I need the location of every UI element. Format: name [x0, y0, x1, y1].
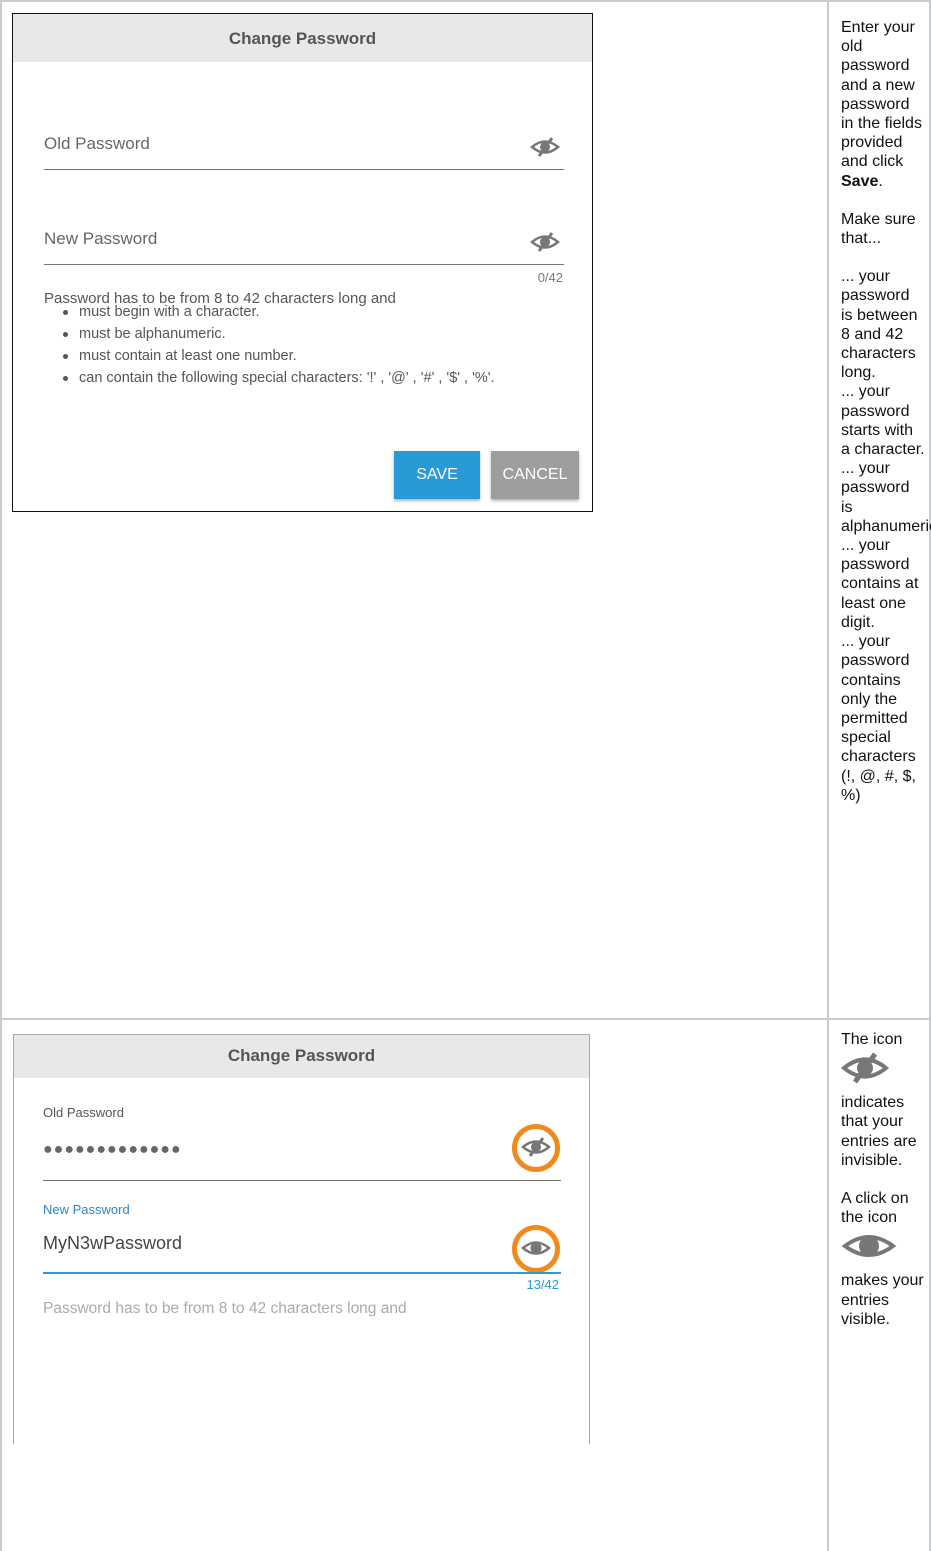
save-emphasis: Save: [841, 172, 879, 190]
change-password-dialog-filled: Change Password Old Password ●●●●●●●●●●●…: [13, 1034, 590, 1444]
new-password-label: New Password: [44, 229, 158, 248]
table-row-divider: [0, 1018, 931, 1020]
password-rule: must be alphanumeric.: [59, 323, 589, 345]
new-password-input[interactable]: MyN3wPassword: [43, 1233, 182, 1254]
new-password-label: New Password: [43, 1202, 130, 1217]
requirement-item: ... your password contains at least one …: [841, 537, 919, 631]
icon-line-1: The icon: [841, 1031, 903, 1048]
dialog-title: Change Password: [13, 14, 592, 62]
requirement-item: ... your password is between 8 and 42 ch…: [841, 268, 918, 382]
old-password-label: Old Password: [44, 134, 150, 153]
eye-icon: [841, 1227, 925, 1269]
old-password-underline: [44, 169, 564, 170]
new-password-underline: [44, 264, 564, 265]
cancel-button[interactable]: CANCEL: [491, 451, 579, 499]
save-button[interactable]: SAVE: [394, 451, 480, 499]
password-rule: can contain the following special charac…: [59, 367, 589, 389]
character-counter: 0/42: [537, 270, 563, 285]
old-password-field[interactable]: Old Password: [44, 124, 564, 172]
table-border-left: [0, 0, 2, 1551]
requirement-item: ... your password contains only the perm…: [841, 633, 916, 804]
password-rules-list: must begin with a character. must be alp…: [59, 301, 589, 389]
password-rule: must begin with a character.: [59, 301, 589, 323]
password-help-text: Password has to be from 8 to 42 characte…: [43, 1300, 407, 1317]
requirement-item: ... your password is alphanumeric.: [841, 460, 931, 535]
icon-line-4: makes your entries visible.: [841, 1272, 924, 1328]
requirement-item: ... your password starts with a characte…: [841, 383, 925, 459]
table-border-top: [0, 0, 931, 2]
change-password-dialog: Change Password Old Password New Passwor…: [12, 13, 593, 512]
new-password-underline: [43, 1272, 561, 1274]
icon-line-3: A click on the icon: [841, 1190, 909, 1227]
make-sure-text: Make sure that...: [841, 210, 916, 248]
dialog-title: Change Password: [14, 1035, 589, 1078]
icon-line-2: indicates that your entries are invisibl…: [841, 1094, 917, 1169]
intro-period: .: [878, 172, 883, 190]
old-password-label: Old Password: [43, 1105, 124, 1120]
eye-slash-icon[interactable]: [530, 136, 560, 158]
old-password-input[interactable]: ●●●●●●●●●●●●●: [43, 1141, 182, 1159]
icon-explanation: The icon indicates that your entries are…: [840, 1030, 925, 1329]
new-password-field[interactable]: New Password: [44, 219, 564, 267]
old-password-underline: [43, 1180, 561, 1181]
intro-paragraph: Enter your old password and a new passwo…: [841, 18, 925, 191]
eye-icon[interactable]: [521, 1238, 551, 1260]
password-rule: must contain at least one number.: [59, 345, 589, 367]
eye-slash-icon[interactable]: [521, 1136, 551, 1158]
instructions-text: Enter your old password and a new passwo…: [841, 18, 931, 805]
table-column-divider: [827, 0, 829, 1551]
eye-slash-icon[interactable]: [530, 231, 560, 253]
eye-slash-icon: [840, 1049, 925, 1089]
character-counter: 13/42: [526, 1277, 559, 1292]
intro-text: Enter your old password and a new passwo…: [841, 19, 922, 171]
